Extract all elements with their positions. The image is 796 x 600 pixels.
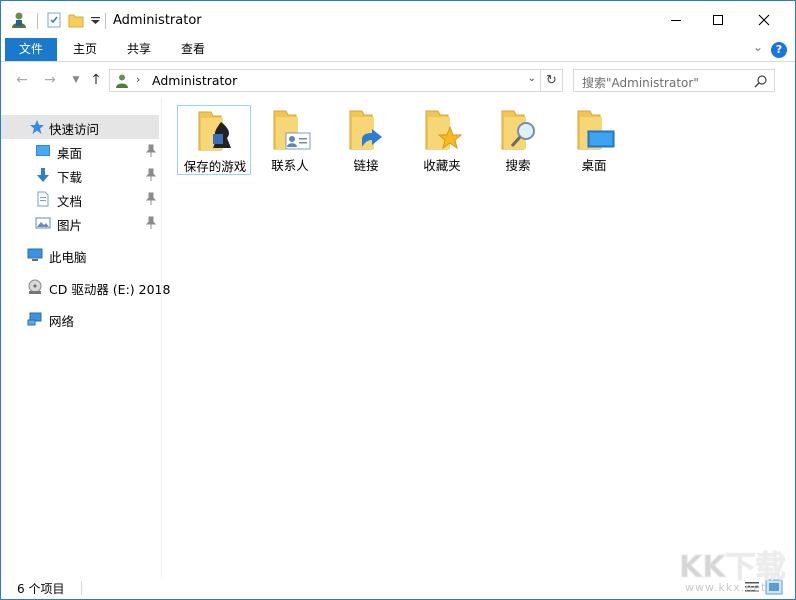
sidebar-item-label: 快速访问 (49, 122, 100, 137)
download-arrow-icon (37, 168, 49, 182)
sidebar-item-network[interactable]: 网络 (1, 307, 159, 331)
file-list: 保存的游戏 联系人 链接 收藏夹 搜索 桌面 (163, 98, 795, 578)
sidebar-item-label: 图片 (57, 218, 83, 233)
help-button[interactable]: ? (771, 42, 787, 58)
tab-share[interactable]: 共享 (113, 38, 165, 61)
pin-icon[interactable] (145, 192, 157, 206)
document-icon (37, 191, 49, 207)
maximize-icon (713, 15, 723, 25)
network-icon (27, 312, 42, 326)
new-folder-icon[interactable] (67, 11, 85, 29)
status-bar: 6 个项目 (1, 577, 795, 599)
sidebar-item-label: 文档 (57, 194, 83, 209)
expand-ribbon-chevron-icon[interactable]: ⌄ (753, 40, 763, 54)
divider (37, 13, 38, 29)
navigation-pane: 快速访问 桌面 下载 文档 图片 此电脑 CD 驱动器 (E:) 2018 网络 (1, 109, 170, 577)
properties-icon[interactable] (45, 11, 63, 29)
sidebar-item-desktop[interactable]: 桌面 (1, 139, 159, 163)
minimize-button[interactable] (653, 1, 699, 39)
user-folder-icon[interactable] (10, 11, 28, 29)
searches-folder-icon (501, 110, 535, 150)
folder-saved-games[interactable]: 保存的游戏 (177, 105, 251, 175)
tab-home[interactable]: 主页 (59, 38, 111, 61)
refresh-button[interactable]: ↻ (540, 70, 562, 91)
up-arrow-icon[interactable]: ↑ (87, 71, 105, 89)
sidebar-item-label: 下载 (57, 170, 83, 185)
maximize-button[interactable] (695, 1, 741, 39)
desktop-icon (36, 145, 50, 156)
explorer-window: Administrator 文件 主页 共享 查看 ⌄ ? ← → ▼ ↑ › (0, 0, 796, 600)
navigation-bar: ← → ▼ ↑ › Administrator ⌄ ↻ 搜索"Administr… (1, 62, 795, 98)
item-label: 链接 (353, 158, 379, 173)
sidebar-item-label: CD 驱动器 (E:) 2018 (49, 282, 171, 297)
divider (81, 581, 82, 595)
pin-icon[interactable] (145, 216, 157, 230)
sidebar-item-this-pc[interactable]: 此电脑 (1, 243, 159, 267)
close-icon (758, 14, 770, 26)
recent-locations-chevron-icon[interactable]: ▼ (67, 71, 85, 89)
search-icon (754, 75, 767, 88)
folder-favorites[interactable]: 收藏夹 (405, 105, 479, 175)
minimize-icon (671, 20, 681, 21)
folder-links[interactable]: 链接 (329, 105, 403, 175)
item-label: 桌面 (581, 158, 607, 173)
divider (105, 13, 106, 29)
item-label: 收藏夹 (423, 158, 461, 173)
search-input[interactable]: 搜索"Administrator" (573, 69, 775, 92)
sidebar-item-downloads[interactable]: 下载 (1, 163, 159, 187)
address-dropdown-icon[interactable]: ⌄ (528, 73, 536, 84)
item-count: 6 个项目 (17, 582, 65, 596)
search-placeholder: 搜索"Administrator" (582, 76, 699, 90)
contacts-folder-icon (273, 110, 311, 150)
star-icon (30, 120, 44, 134)
folder-desktop[interactable]: 桌面 (557, 105, 631, 175)
computer-icon (27, 248, 43, 261)
picture-icon (35, 217, 51, 229)
saved-games-folder-icon (198, 111, 231, 151)
desktop-folder-icon (577, 110, 615, 150)
forward-arrow-icon[interactable]: → (41, 71, 59, 89)
title-bar: Administrator (1, 1, 795, 39)
links-folder-icon (349, 110, 382, 150)
sidebar-item-label: 网络 (49, 314, 75, 329)
watermark-brand-icon: KK下载 (679, 550, 787, 586)
ribbon-tabs: 文件 主页 共享 查看 ⌄ ? (1, 38, 795, 62)
breadcrumb-path[interactable]: Administrator (152, 73, 237, 88)
sidebar-item-label: 此电脑 (49, 250, 87, 265)
pin-icon[interactable] (145, 144, 157, 158)
window-title: Administrator (113, 13, 202, 28)
user-folder-icon (116, 74, 128, 88)
folder-contacts[interactable]: 联系人 (253, 105, 327, 175)
tab-file[interactable]: 文件 (5, 38, 58, 61)
pin-icon[interactable] (145, 168, 157, 182)
back-arrow-icon[interactable]: ← (13, 71, 31, 89)
sidebar-item-cd-drive[interactable]: CD 驱动器 (E:) 2018 (1, 275, 170, 299)
tab-view[interactable]: 查看 (167, 38, 219, 61)
close-button[interactable] (741, 1, 787, 39)
breadcrumb-chevron-icon[interactable]: › (136, 73, 140, 86)
svg-text:KK下载: KK下载 (679, 550, 786, 583)
address-bar[interactable]: › Administrator ⌄ ↻ (109, 69, 563, 92)
sidebar-item-quick-access[interactable]: 快速访问 (1, 115, 159, 139)
watermark-logo: KK下载 www.kkx.net (677, 547, 787, 599)
favorites-folder-icon (425, 110, 463, 150)
sidebar-item-label: 桌面 (57, 146, 83, 161)
item-label: 保存的游戏 (183, 159, 247, 174)
cd-drive-icon (28, 279, 42, 294)
pane-divider[interactable] (161, 98, 162, 578)
watermark-url: www.kkx.net (685, 581, 767, 594)
item-label: 联系人 (271, 158, 309, 173)
folder-searches[interactable]: 搜索 (481, 105, 555, 175)
customize-toolbar-dropdown-icon[interactable] (87, 11, 105, 29)
sidebar-item-documents[interactable]: 文档 (1, 187, 159, 211)
item-label: 搜索 (505, 158, 531, 173)
sidebar-item-pictures[interactable]: 图片 (1, 211, 159, 235)
